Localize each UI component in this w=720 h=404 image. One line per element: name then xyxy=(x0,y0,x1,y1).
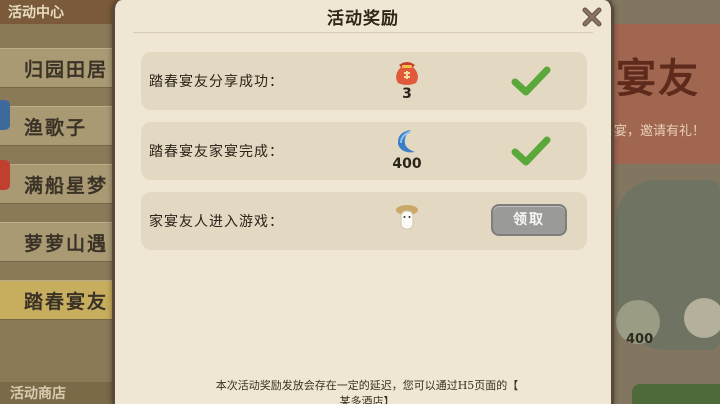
menu-item-label: 萝萝山遇 xyxy=(24,233,109,255)
background-reward-bubble-2 xyxy=(684,298,720,338)
activity-center-header: 活动中心 xyxy=(0,0,118,24)
background-reward-count: 400 xyxy=(626,332,654,347)
reward-row-label: 家宴友人进入游戏： xyxy=(149,214,284,230)
menu-item-label: 归园田居 xyxy=(24,59,109,81)
background-action-button[interactable] xyxy=(632,384,720,404)
reward-row-feast: 踏春宴友家宴完成： 400 xyxy=(141,122,587,180)
activity-reward-dialog: 活动奖励 踏春宴友分享成功： 3 踏春宴友家宴完成： 400 家宴友人进入游戏：… xyxy=(112,0,614,404)
activity-shop-label: 活动商店 xyxy=(10,386,66,402)
menu-item-label: 踏春宴友 xyxy=(24,291,109,313)
menu-item-label: 渔歌子 xyxy=(24,117,88,139)
reward-delay-notice: 本次活动奖励发放会存在一定的延迟，您可以通过H5页面的【 某多酒店】 xyxy=(167,378,567,404)
reward-row-label: 踏春宴友分享成功： xyxy=(149,74,284,90)
reward-row-share: 踏春宴友分享成功： 3 xyxy=(141,52,587,110)
background-banner-subtitle: 宴，邀请有礼！ xyxy=(614,124,706,139)
claim-button[interactable]: 领取 xyxy=(491,204,567,236)
reward-quantity: 3 xyxy=(402,86,412,102)
notice-line-2: 某多酒店】 xyxy=(339,395,395,404)
reward-row-label: 踏春宴友家宴完成： xyxy=(149,144,284,160)
activity-shop-tab[interactable]: 活动商店 xyxy=(0,382,118,404)
completed-check-icon xyxy=(511,136,551,166)
mushroom-spirit-icon xyxy=(396,205,418,230)
side-tab-blue[interactable] xyxy=(0,100,10,130)
reward-quantity: 400 xyxy=(392,156,422,172)
menu-item-label: 满船星梦 xyxy=(24,175,109,197)
background-banner-title: 宴友 xyxy=(616,55,700,102)
close-icon[interactable] xyxy=(581,6,603,28)
menu-item-5-active[interactable]: 踏春宴友 xyxy=(0,280,118,320)
red-pouch-icon xyxy=(396,62,418,85)
menu-item-1[interactable]: 归园田居 xyxy=(0,48,118,88)
menu-item-4[interactable]: 萝萝山遇 xyxy=(0,222,118,262)
menu-item-2[interactable]: 渔歌子 xyxy=(0,106,118,146)
menu-item-3[interactable]: 满船星梦 xyxy=(0,164,118,204)
activity-center-label: 活动中心 xyxy=(8,5,64,21)
title-divider xyxy=(133,32,593,33)
side-tab-red[interactable] xyxy=(0,160,10,190)
notice-line-1: 本次活动奖励发放会存在一定的延迟，您可以通过H5页面的【 xyxy=(215,379,519,392)
crescent-moon-icon xyxy=(397,130,415,153)
completed-check-icon xyxy=(511,66,551,96)
reward-row-friend-join: 家宴友人进入游戏： 领取 xyxy=(141,192,587,250)
dialog-title: 活动奖励 xyxy=(327,9,399,29)
